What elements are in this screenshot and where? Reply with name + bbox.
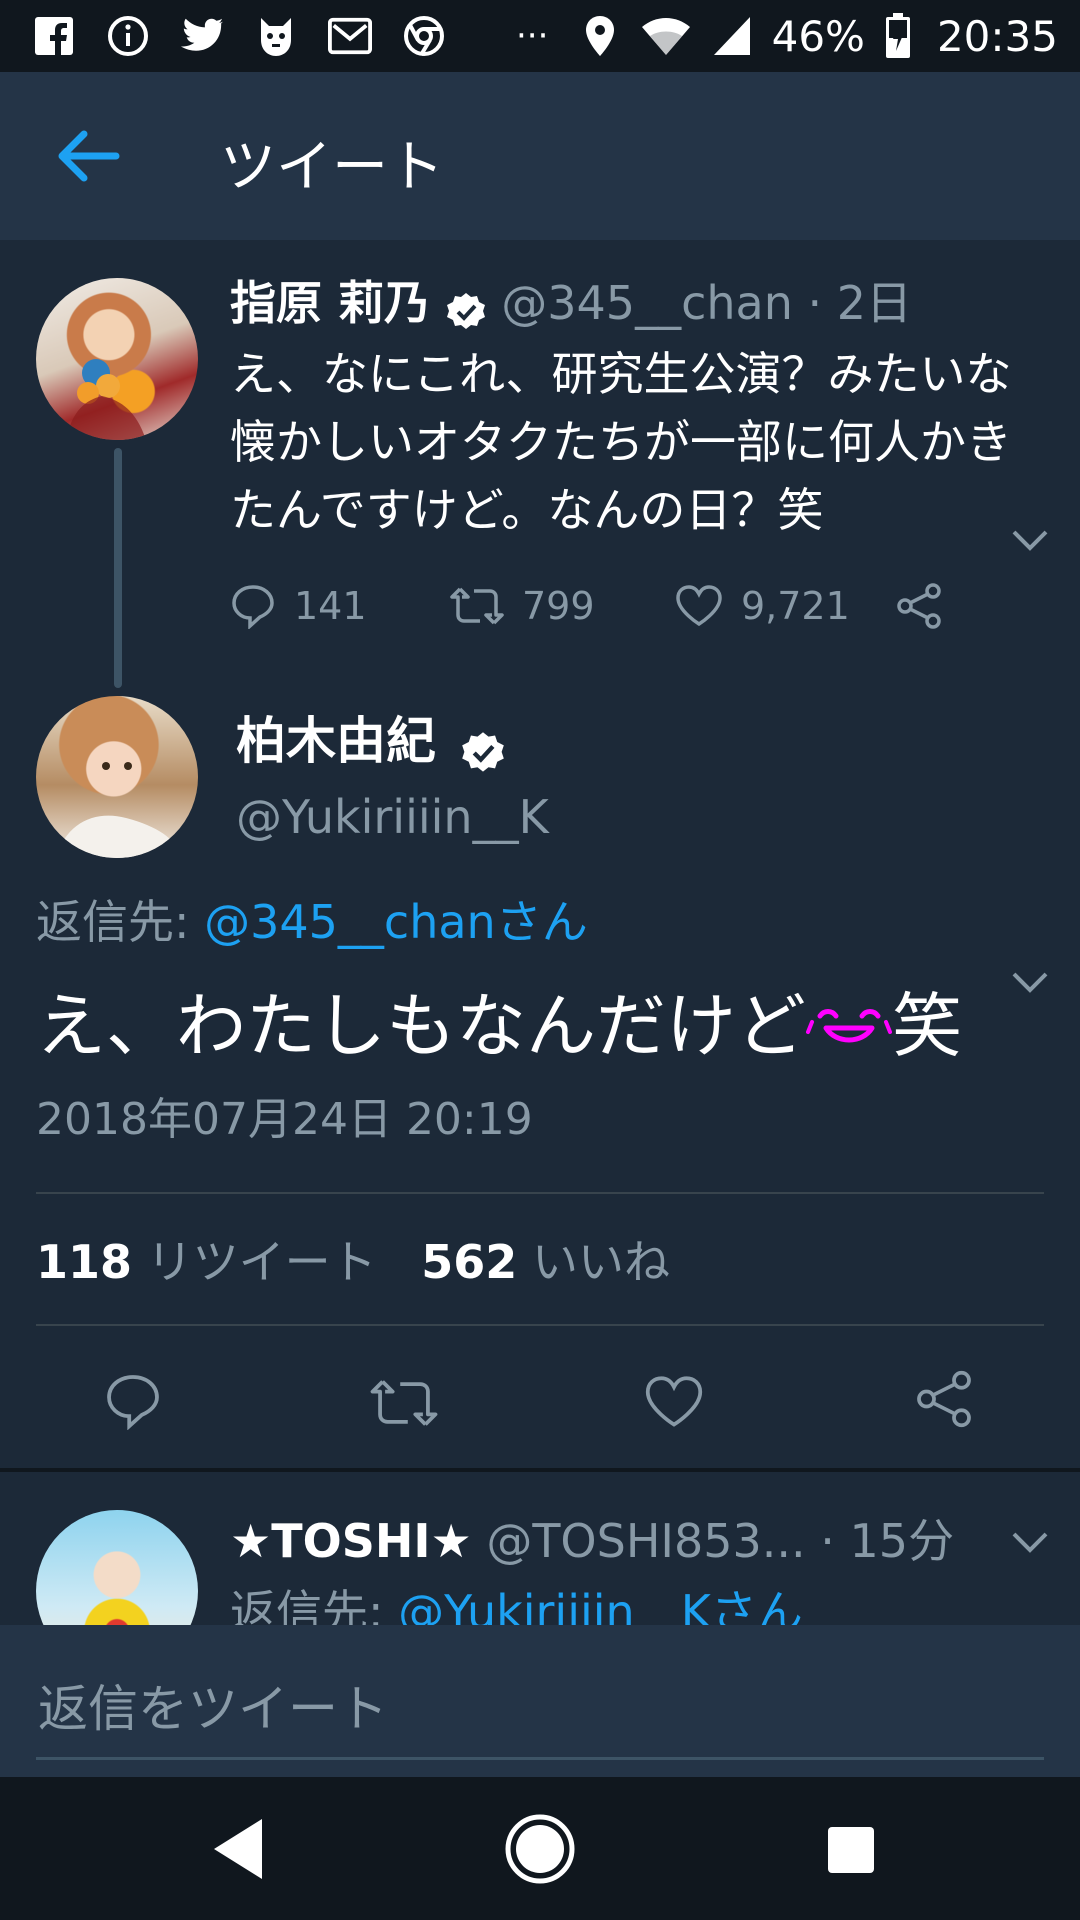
app-icon xyxy=(254,14,298,58)
retweet-label: リツイート xyxy=(146,1235,377,1289)
retweet-count: 799 xyxy=(522,584,595,628)
heart-icon xyxy=(676,585,722,627)
handle[interactable]: @Yukiriiiin__K xyxy=(236,786,549,848)
handle[interactable]: @TOSHI853... xyxy=(486,1514,805,1568)
verified-badge-icon xyxy=(460,724,504,772)
tweet-time: 2日 xyxy=(836,276,913,330)
laughing-crying-emoji-icon xyxy=(806,982,892,1043)
reply-icon xyxy=(107,1375,159,1431)
reply-icon xyxy=(232,585,274,629)
nav-back-icon[interactable] xyxy=(204,1813,276,1885)
tweet-text: え、なにこれ、研究生公演？みたいな懐かしいオタクたちが一部に何人かきたんですけど… xyxy=(230,347,1012,537)
tweet-text: え、わたしもなんだけど 笑 xyxy=(36,978,962,1074)
retweet-icon xyxy=(370,1380,438,1426)
reply-button[interactable] xyxy=(104,1372,164,1432)
display-name[interactable]: 柏木由紀 xyxy=(236,712,436,770)
reply-button[interactable]: 141 xyxy=(230,583,450,629)
time-separator: · xyxy=(807,276,823,330)
thread-line xyxy=(114,448,122,688)
app-bar: ツイート xyxy=(0,72,1080,240)
like-count: 9,721 xyxy=(741,584,850,628)
page-title: ツイート xyxy=(220,135,444,200)
retweet-stat[interactable]: 118 リツイート xyxy=(36,1235,391,1289)
avatar[interactable] xyxy=(36,696,198,858)
avatar[interactable] xyxy=(36,278,198,440)
info-icon xyxy=(106,14,150,58)
chevron-down-icon[interactable] xyxy=(1010,1530,1050,1554)
parent-tweet-actions: 141 799 9,721 xyxy=(230,574,970,638)
clock: 20:35 xyxy=(936,11,1058,61)
reply-input-underline xyxy=(36,1757,1044,1760)
system-nav-bar xyxy=(0,1777,1080,1920)
reply-count: 141 xyxy=(294,584,367,628)
tweet-text-main: え、わたしもなんだけど xyxy=(36,985,806,1067)
retweet-icon xyxy=(450,587,504,625)
status-bar: ··· 46% 20:35 xyxy=(0,0,1080,72)
chrome-icon xyxy=(402,14,446,58)
parent-tweet-header: 指原 莉乃 @345__chan · 2日 xyxy=(230,272,1030,334)
like-button[interactable] xyxy=(644,1374,704,1432)
chevron-down-icon[interactable] xyxy=(1010,970,1050,994)
reply-to-line: 返信先: @345__chanさん xyxy=(36,890,588,954)
reply-input-placeholder[interactable]: 返信をツイート xyxy=(38,1669,388,1741)
tweet-time: 15分 xyxy=(849,1514,955,1568)
mail-icon xyxy=(328,14,372,58)
twitter-icon xyxy=(180,14,224,58)
tweet-thread[interactable]: 指原 莉乃 @345__chan · 2日 え、なにこれ、研究生公演？みたいな懐… xyxy=(0,240,1080,1625)
main-tweet-name-row: 柏木由紀 xyxy=(236,706,504,776)
engagement-stats: 118 リツイート 562 いいね xyxy=(36,1230,670,1294)
tweet-text-end: 笑 xyxy=(892,985,962,1067)
reply-to-line: 返信先: @Yukiriiiin__Kさん xyxy=(230,1580,803,1625)
share-icon xyxy=(897,583,941,629)
retweet-total: 118 xyxy=(36,1235,133,1289)
time-separator: · xyxy=(820,1514,835,1568)
nav-home-icon[interactable] xyxy=(502,1811,578,1887)
display-name[interactable]: 指原 莉乃 xyxy=(230,276,430,330)
facebook-icon xyxy=(32,14,76,58)
reply-tweet-header: ★TOSHI★ @TOSHI853... · 15分 xyxy=(230,1510,1030,1572)
signal-icon xyxy=(710,14,754,58)
wifi-icon xyxy=(640,14,692,58)
reply-to-user-link[interactable]: @345__chanさん xyxy=(204,895,588,949)
reply-composer[interactable]: 返信をツイート xyxy=(0,1625,1080,1777)
battery-percent: 46% xyxy=(771,11,865,61)
share-button[interactable] xyxy=(914,1370,974,1430)
avatar[interactable] xyxy=(36,1510,198,1625)
heart-icon xyxy=(645,1376,703,1427)
divider xyxy=(36,1324,1044,1326)
share-button[interactable] xyxy=(895,583,943,629)
section-separator xyxy=(0,1468,1080,1472)
like-stat[interactable]: 562 いいね xyxy=(421,1235,670,1289)
handle[interactable]: @345__chan xyxy=(501,276,793,330)
more-icon: ··· xyxy=(516,16,549,56)
battery-icon xyxy=(883,13,913,58)
display-name[interactable]: ★TOSHI★ xyxy=(230,1514,472,1568)
reply-to-label: 返信先: xyxy=(230,1585,384,1625)
back-arrow-icon[interactable] xyxy=(56,128,120,184)
nav-recents-icon[interactable] xyxy=(814,1813,886,1885)
divider xyxy=(36,1192,1044,1194)
share-icon xyxy=(917,1370,971,1428)
verified-badge-icon xyxy=(445,286,487,329)
retweet-button[interactable] xyxy=(370,1376,440,1432)
like-total: 562 xyxy=(421,1235,518,1289)
like-button[interactable]: 9,721 xyxy=(675,584,895,628)
tweet-timestamp: 2018年07月24日 20:19 xyxy=(36,1094,533,1145)
display-name-text: ★TOSHI★ xyxy=(230,1514,472,1568)
reply-to-user-link[interactable]: @Yukiriiiin__Kさん xyxy=(398,1585,803,1625)
reply-to-label: 返信先: xyxy=(36,895,190,949)
like-label: いいね xyxy=(531,1235,670,1289)
retweet-button[interactable]: 799 xyxy=(450,584,675,628)
location-icon xyxy=(578,14,622,58)
